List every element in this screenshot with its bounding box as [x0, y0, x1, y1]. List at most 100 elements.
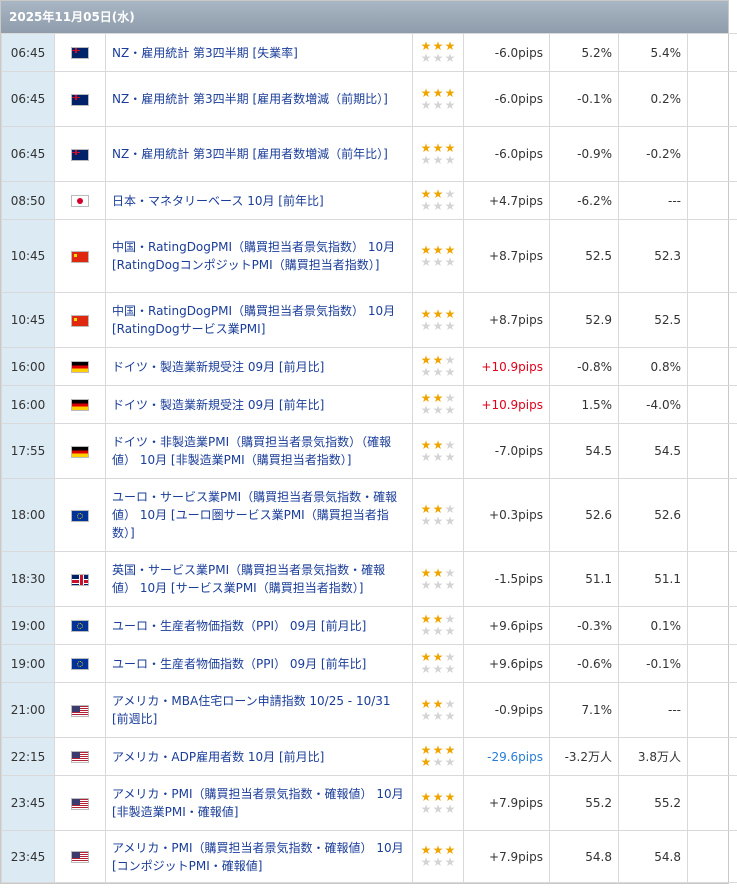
star-icon: ★: [420, 577, 432, 592]
forecast-value: 52.6: [618, 478, 688, 552]
events-table: 06:45 NZ・雇用統計 第3四半期 [失業率] ★★★ ★★★ -6.0pips 5.…: [1, 33, 737, 883]
flag-cell: [54, 181, 106, 220]
star-icon: ★: [432, 365, 444, 379]
forecast-value: ---: [618, 181, 688, 220]
star-icon: ★: [420, 403, 432, 417]
actual-value: 7.1%: [549, 682, 619, 738]
event-row: 06:45 NZ・雇用統計 第3四半期 [雇用者数増減（前期比）] ★★★ ★★★ -6…: [1, 71, 737, 127]
pips-change: +7.9pips: [463, 775, 550, 831]
star-icon: ★: [432, 662, 444, 676]
event-time: 19:00: [1, 644, 55, 683]
pips-change: +9.6pips: [463, 606, 550, 645]
star-icon: ★: [444, 152, 456, 167]
event-title-link[interactable]: ユーロ・生産者物価指数（PPI） 09月 [前月比]: [105, 606, 413, 645]
flag-cell: [54, 385, 106, 424]
actual-value: 54.8: [549, 830, 619, 883]
importance-stars: ★★★ ★★★: [412, 219, 464, 293]
forecast-value: -4.0%: [618, 385, 688, 424]
star-icon: ★: [420, 437, 432, 452]
star-icon: ★: [432, 152, 444, 167]
importance-stars: ★★★ ★★★: [412, 33, 464, 72]
star-icon: ★: [420, 624, 432, 638]
event-title-link[interactable]: アメリカ・ADP雇用者数 10月 [前月比]: [105, 737, 413, 776]
previous-value: ---: [687, 71, 737, 127]
star-icon: ★: [432, 97, 444, 112]
forecast-value: 54.5: [618, 423, 688, 479]
event-title-link[interactable]: アメリカ・MBA住宅ローン申請指数 10/25 - 10/31 [前週比]: [105, 682, 413, 738]
event-row: 10:45 中国・RatingDogPMI（購買担当者景気指数） 10月 [Rat…: [1, 219, 737, 293]
us-flag-icon: [71, 797, 89, 810]
star-icon: ★: [420, 755, 432, 769]
pips-change: -6.0pips: [463, 71, 550, 127]
star-icon: ★: [444, 624, 456, 638]
star-icon: ★: [444, 318, 456, 333]
actual-value: -0.8%: [549, 347, 619, 386]
actual-value: -0.6%: [549, 644, 619, 683]
star-icon: ★: [444, 577, 456, 592]
event-title-link[interactable]: NZ・雇用統計 第3四半期 [雇用者数増減（前年比）]: [105, 126, 413, 182]
event-title-link[interactable]: NZ・雇用統計 第3四半期 [雇用者数増減（前期比）]: [105, 71, 413, 127]
star-icon: ★: [432, 513, 444, 528]
previous-value: ---: [687, 644, 737, 683]
event-title-link[interactable]: 英国・サービス業PMI（購買担当者景気指数・確報値） 10月 [サービス業PMI…: [105, 551, 413, 607]
event-title-link[interactable]: ユーロ・生産者物価指数（PPI） 09月 [前年比]: [105, 644, 413, 683]
actual-value: -0.1%: [549, 71, 619, 127]
actual-value: 52.6: [549, 478, 619, 552]
star-icon: ★: [432, 624, 444, 638]
event-title-link[interactable]: ドイツ・非製造業PMI（購買担当者景気指数）（確報値） 10月 [非製造業PMI…: [105, 423, 413, 479]
event-time: 22:15: [1, 737, 55, 776]
event-row: 22:15 アメリカ・ADP雇用者数 10月 [前月比] ★★★ ★★★ -29.6pi…: [1, 737, 737, 776]
flag-cell: [54, 682, 106, 738]
event-title-link[interactable]: アメリカ・PMI（購買担当者景気指数・確報値） 10月 [コンポジットPMI・確…: [105, 830, 413, 883]
us-flag-icon: [71, 704, 89, 717]
event-time: 10:45: [1, 219, 55, 293]
event-title-link[interactable]: ユーロ・サービス業PMI（購買担当者景気指数・確報値） 10月 [ユーロ圏サービ…: [105, 478, 413, 552]
event-title-link[interactable]: NZ・雇用統計 第3四半期 [失業率]: [105, 33, 413, 72]
event-title-link[interactable]: ドイツ・製造業新規受注 09月 [前年比]: [105, 385, 413, 424]
pips-change: +8.7pips: [463, 219, 550, 293]
flag-cell: [54, 126, 106, 182]
forecast-value: 0.1%: [618, 606, 688, 645]
star-icon: ★: [420, 662, 432, 676]
china-flag-icon: [71, 250, 89, 263]
forecast-value: 54.8: [618, 830, 688, 883]
star-icon: ★: [420, 254, 432, 269]
event-title-link[interactable]: 日本・マネタリーベース 10月 [前年比]: [105, 181, 413, 220]
event-title-link[interactable]: 中国・RatingDogPMI（購買担当者景気指数） 10月 [RatingDo…: [105, 219, 413, 293]
previous-value: ---: [687, 830, 737, 883]
star-icon: ★: [444, 85, 456, 100]
forecast-value: -0.2%: [618, 126, 688, 182]
event-time: 23:45: [1, 830, 55, 883]
forecast-value: -0.1%: [618, 644, 688, 683]
pips-change: -6.0pips: [463, 33, 550, 72]
previous-value: ---: [687, 347, 737, 386]
actual-value: 52.5: [549, 219, 619, 293]
previous-value: ---: [687, 219, 737, 293]
star-icon: ★: [444, 565, 456, 580]
event-title-link[interactable]: アメリカ・PMI（購買担当者景気指数・確報値） 10月 [非製造業PMI・確報値…: [105, 775, 413, 831]
star-icon: ★: [432, 140, 444, 155]
star-icon: ★: [444, 855, 456, 869]
previous-value: ---: [687, 423, 737, 479]
flag-cell: [54, 347, 106, 386]
importance-stars: ★★★ ★★★: [412, 551, 464, 607]
star-icon: ★: [432, 449, 444, 464]
china-flag-icon: [71, 314, 89, 327]
star-icon: ★: [420, 801, 432, 816]
importance-stars: ★★★ ★★★: [412, 347, 464, 386]
actual-value: -3.2万人: [549, 737, 619, 776]
star-icon: ★: [444, 513, 456, 528]
flag-cell: [54, 551, 106, 607]
actual-value: 54.5: [549, 423, 619, 479]
uk-flag-icon: [71, 573, 89, 586]
star-icon: ★: [444, 662, 456, 676]
event-title-link[interactable]: 中国・RatingDogPMI（購買担当者景気指数） 10月 [RatingDo…: [105, 292, 413, 348]
event-row: 06:45 NZ・雇用統計 第3四半期 [雇用者数増減（前年比）] ★★★ ★★★ -6…: [1, 126, 737, 182]
star-icon: ★: [432, 755, 444, 769]
star-icon: ★: [420, 199, 432, 213]
germany-flag-icon: [71, 445, 89, 458]
star-icon: ★: [432, 51, 444, 65]
star-icon: ★: [420, 501, 432, 516]
event-time: 21:00: [1, 682, 55, 738]
event-title-link[interactable]: ドイツ・製造業新規受注 09月 [前月比]: [105, 347, 413, 386]
